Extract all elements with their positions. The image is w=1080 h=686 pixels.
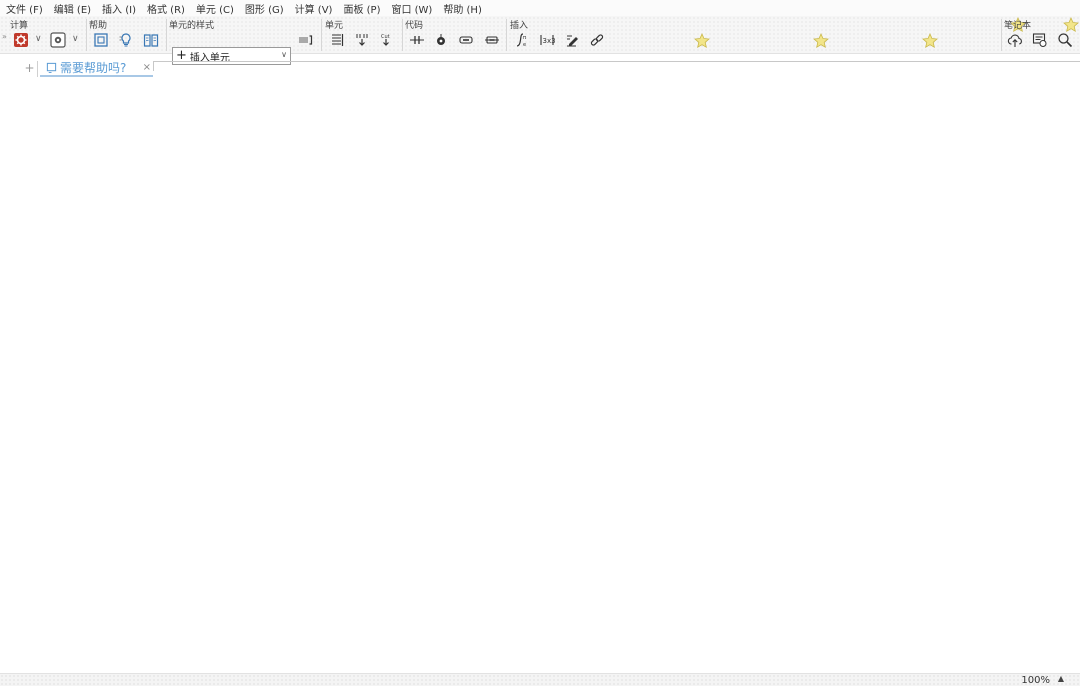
merge-cells-button[interactable]	[328, 31, 346, 49]
menu-graphics[interactable]: 图形 (G)	[245, 1, 284, 16]
svg-text:Cut: Cut	[381, 34, 390, 40]
group-title-calc: 计算	[10, 21, 29, 31]
toolbar-group-insert: 插入 π e 3x3	[510, 16, 610, 54]
toolbar-group-code: 代码	[405, 16, 505, 54]
cell-bracket-button[interactable]	[296, 31, 314, 49]
menu-help[interactable]: 帮助 (H)	[443, 1, 482, 16]
insert-table-button[interactable]: 3x3	[538, 31, 556, 49]
hint-button[interactable]	[117, 31, 135, 49]
tab-need-help[interactable]: 需要帮助吗? ×	[40, 59, 153, 77]
svg-text:π: π	[523, 35, 526, 41]
menu-file[interactable]: 文件 (F)	[6, 1, 43, 16]
toolbar-group-notebook: 笔记本	[1004, 16, 1080, 54]
menu-insert[interactable]: 插入 (I)	[102, 1, 136, 16]
preview-icon	[1032, 33, 1047, 47]
toolbar-group-help: 帮助	[89, 16, 163, 54]
merge-cells-icon	[332, 34, 344, 46]
cloud-upload-button[interactable]	[1006, 31, 1024, 49]
cut-cell-button[interactable]: Cut	[377, 31, 395, 49]
divide-cell-button[interactable]	[353, 31, 371, 49]
evaluate-options-button[interactable]	[49, 31, 67, 49]
group-title-help: 帮助	[89, 21, 108, 31]
expand-box-icon	[485, 36, 499, 44]
code-inline-button[interactable]	[457, 31, 475, 49]
status-bar: 100% ▲	[0, 673, 1080, 686]
separator	[506, 19, 507, 51]
separator	[1001, 19, 1002, 51]
toolbar-group-calc: 计算 ∨ ∨	[10, 16, 85, 54]
gear-run-icon	[14, 33, 28, 47]
gear-icon	[50, 32, 66, 48]
link-icon	[590, 34, 604, 46]
menu-calculate[interactable]: 计算 (V)	[295, 1, 333, 16]
menu-format[interactable]: 格式 (R)	[147, 1, 185, 16]
chevron-down-icon[interactable]: ∨	[72, 33, 80, 45]
notebook-preview-button[interactable]	[1031, 31, 1049, 49]
chevron-down-icon[interactable]: ∨	[35, 33, 43, 45]
zoom-level[interactable]: 100%	[1021, 675, 1050, 686]
document-icon	[46, 62, 57, 73]
toolbar-grip-icon[interactable]: »	[2, 32, 7, 41]
lightbulb-icon	[119, 33, 131, 47]
group-title-insert: 插入	[510, 21, 529, 31]
group-title-cell-style: 单元的样式	[169, 21, 215, 31]
star-icon	[813, 33, 829, 49]
menu-cell[interactable]: 单元 (C)	[196, 1, 234, 16]
pencil-icon	[567, 35, 578, 47]
menu-window[interactable]: 窗口 (W)	[391, 1, 432, 16]
cell-bracket-icon	[299, 35, 313, 45]
insert-link-button[interactable]	[588, 31, 606, 49]
group-title-code: 代码	[405, 21, 424, 31]
tab-divider	[153, 61, 154, 71]
split-icon	[410, 36, 424, 44]
notebook-canvas[interactable]	[0, 76, 1080, 673]
separator	[86, 19, 87, 51]
eval-bullet-icon	[437, 34, 445, 45]
inline-box-icon	[459, 36, 473, 44]
integral-icon: π e	[516, 33, 526, 48]
table-icon: 3x3	[540, 35, 556, 45]
book-icon	[143, 34, 159, 47]
tab-label: 需要帮助吗?	[60, 60, 127, 75]
menu-edit[interactable]: 编辑 (E)	[54, 1, 91, 16]
frame-icon	[94, 33, 108, 47]
code-split-button[interactable]	[408, 31, 426, 49]
group-title-cell: 单元	[325, 21, 344, 31]
separator	[321, 19, 322, 51]
search-button[interactable]	[1056, 31, 1074, 49]
add-tab-button[interactable]: +	[22, 61, 38, 77]
caret-up-icon[interactable]: ▲	[1058, 674, 1064, 683]
search-icon	[1058, 33, 1073, 48]
cut-icon: Cut	[381, 34, 390, 46]
cloud-upload-icon	[1007, 34, 1022, 47]
close-icon[interactable]: ×	[143, 62, 151, 73]
separator	[166, 19, 167, 51]
svg-text:3x3: 3x3	[543, 37, 556, 45]
documentation-button[interactable]	[142, 31, 160, 49]
code-expand-button[interactable]	[483, 31, 501, 49]
insert-drawing-button[interactable]	[564, 31, 582, 49]
evaluate-button[interactable]	[12, 31, 30, 49]
star-icon	[922, 33, 938, 49]
menu-panels[interactable]: 面板 (P)	[343, 1, 380, 16]
help-frame-button[interactable]	[92, 31, 110, 49]
divide-cell-icon	[356, 34, 368, 46]
menu-bar: 文件 (F) 编辑 (E) 插入 (I) 格式 (R) 单元 (C) 图形 (G…	[0, 0, 1080, 16]
separator	[402, 19, 403, 51]
code-eval-button[interactable]	[432, 31, 450, 49]
insert-formula-button[interactable]: π e	[513, 31, 531, 49]
svg-text:e: e	[523, 42, 526, 48]
group-title-notebook: 笔记本	[1004, 21, 1032, 31]
toolbar-group-cell: 单元 Cut	[325, 16, 400, 54]
tab-strip: + 需要帮助吗? ×	[0, 54, 1080, 77]
toolbar: » 计算 ∨ ∨ 帮助 单元的样式 + 插入单元 ∨ 单元 Cut 代码 插入 …	[0, 16, 1080, 65]
star-icon	[694, 33, 710, 49]
tab-divider	[153, 61, 1080, 62]
